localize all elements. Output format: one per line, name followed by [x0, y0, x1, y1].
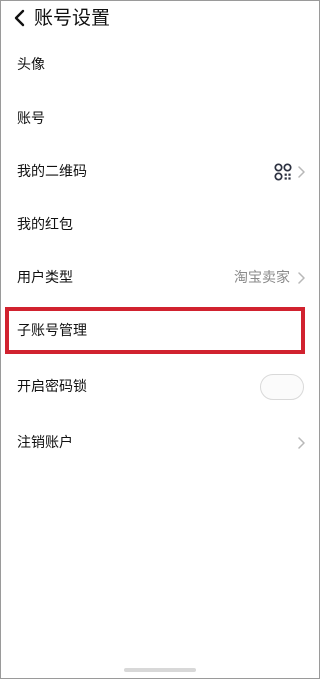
row-label-user-type: 用户类型 [17, 269, 73, 286]
password-lock-toggle[interactable] [260, 373, 304, 400]
row-label-sub-account: 子账号管理 [17, 322, 87, 339]
chevron-left-icon [14, 9, 25, 27]
settings-row-red-packet[interactable]: 我的红包 [0, 198, 320, 251]
row-label-cancel-account: 注销账户 [17, 434, 73, 451]
row-label-password-lock: 开启密码锁 [17, 378, 87, 395]
top-bar: 账号设置 [0, 0, 320, 36]
settings-row-account[interactable]: 账号 [0, 92, 320, 145]
row-label-red-packet: 我的红包 [17, 216, 73, 233]
settings-row-avatar[interactable]: 头像 [0, 38, 320, 91]
chevron-right-icon [298, 165, 305, 178]
row-label-avatar: 头像 [17, 56, 45, 73]
row-label-qr-code: 我的二维码 [17, 163, 87, 180]
back-button[interactable] [10, 8, 30, 28]
user-type-value: 淘宝卖家 [234, 269, 290, 286]
chevron-right-icon [298, 271, 305, 284]
settings-row-cancel-account[interactable]: 注销账户 [0, 416, 320, 469]
home-indicator [124, 668, 196, 672]
page-title: 账号设置 [34, 7, 111, 29]
qr-code-icon [274, 162, 292, 181]
settings-row-user-type[interactable]: 用户类型 淘宝卖家 [0, 251, 320, 304]
settings-row-sub-account[interactable]: 子账号管理 [0, 304, 320, 357]
chevron-right-icon [298, 436, 305, 449]
settings-row-qr-code[interactable]: 我的二维码 [0, 145, 320, 198]
settings-row-password-lock: 开启密码锁 [0, 360, 320, 413]
row-label-account: 账号 [17, 110, 45, 127]
